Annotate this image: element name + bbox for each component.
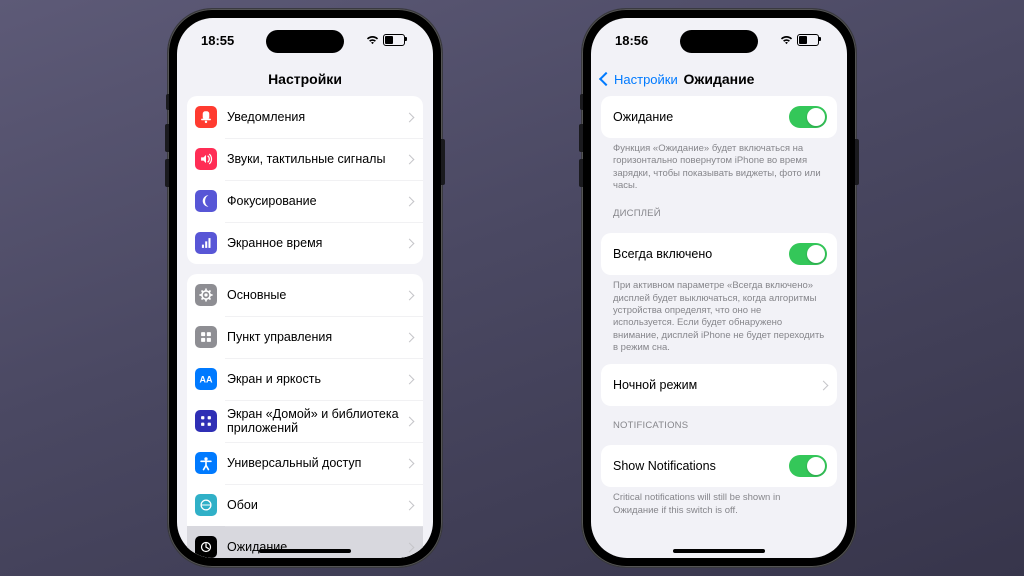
settings-row-wallpaper[interactable]: Обои xyxy=(187,484,423,526)
back-label: Настройки xyxy=(614,72,678,87)
svg-text:AA: AA xyxy=(200,374,213,384)
battery-icon xyxy=(797,34,819,46)
screen-left: 18:55 Настройки Уведомления Звуки, тактил… xyxy=(177,18,433,558)
settings-row-screentime[interactable]: Экранное время xyxy=(187,222,423,264)
home-indicator[interactable] xyxy=(259,549,351,553)
settings-label: Пункт управления xyxy=(227,330,402,344)
battery-icon xyxy=(383,34,405,46)
nav-bar: Настройки Ожидание xyxy=(591,62,847,96)
chevron-right-icon xyxy=(405,112,415,122)
general-icon xyxy=(195,284,217,306)
clock: 18:55 xyxy=(201,33,234,48)
chevron-right-icon xyxy=(405,416,415,426)
chevron-right-icon xyxy=(405,154,415,164)
always-on-toggle[interactable] xyxy=(789,243,827,265)
standby-settings[interactable]: Ожидание Функция «Ожидание» будет включа… xyxy=(591,96,847,558)
power-button xyxy=(855,139,859,185)
dynamic-island xyxy=(680,30,758,53)
show-notifications-toggle[interactable] xyxy=(789,455,827,477)
chevron-left-icon xyxy=(599,72,613,86)
settings-label: Звуки, тактильные сигналы xyxy=(227,152,402,166)
volume-up xyxy=(165,124,169,152)
wifi-icon xyxy=(780,35,793,45)
standby-toggle[interactable] xyxy=(789,106,827,128)
standby-row[interactable]: Ожидание xyxy=(601,96,837,138)
settings-row-sounds[interactable]: Звуки, тактильные сигналы xyxy=(187,138,423,180)
settings-row-display[interactable]: AA Экран и яркость xyxy=(187,358,423,400)
screen-right: 18:56 Настройки Ожидание Ожидание xyxy=(591,18,847,558)
home-icon xyxy=(195,410,217,432)
chevron-right-icon xyxy=(405,542,415,552)
page-title: Настройки xyxy=(177,71,433,87)
mute-switch xyxy=(580,94,583,110)
settings-label: Экран «Домой» и библиотека приложений xyxy=(227,405,402,438)
always-on-label: Всегда включено xyxy=(613,247,789,261)
settings-list[interactable]: Уведомления Звуки, тактильные сигналы Фоку… xyxy=(177,96,433,558)
chevron-right-icon xyxy=(405,458,415,468)
settings-row-home[interactable]: Экран «Домой» и библиотека приложений xyxy=(187,400,423,442)
volume-up xyxy=(579,124,583,152)
standby-footer: Функция «Ожидание» будет включаться на г… xyxy=(601,138,837,194)
settings-label: Основные xyxy=(227,288,402,302)
dynamic-island xyxy=(266,30,344,53)
night-mode-row[interactable]: Ночной режим xyxy=(601,364,837,406)
chevron-right-icon xyxy=(405,332,415,342)
night-mode-label: Ночной режим xyxy=(613,378,816,392)
settings-label: Экран и яркость xyxy=(227,372,402,386)
chevron-right-icon xyxy=(405,290,415,300)
wallpaper-icon xyxy=(195,494,217,516)
status-icons xyxy=(366,34,405,46)
notifications-footer: Critical notifications will still be sho… xyxy=(601,487,837,519)
notifications-header: NOTIFICATIONS xyxy=(601,406,837,435)
chevron-right-icon xyxy=(405,500,415,510)
settings-row-general[interactable]: Основные xyxy=(187,274,423,316)
chevron-right-icon xyxy=(405,238,415,248)
control-icon xyxy=(195,326,217,348)
screentime-icon xyxy=(195,232,217,254)
showcase-background: 18:55 Настройки Уведомления Звуки, тактил… xyxy=(0,0,1024,576)
phone-left: 18:55 Настройки Уведомления Звуки, тактил… xyxy=(168,9,442,567)
always-on-footer: При активном параметре «Всегда включено»… xyxy=(601,275,837,356)
settings-label: Фокусирование xyxy=(227,194,402,208)
settings-row-control[interactable]: Пункт управления xyxy=(187,316,423,358)
settings-label: Универсальный доступ xyxy=(227,456,402,470)
phone-right: 18:56 Настройки Ожидание Ожидание xyxy=(582,9,856,567)
clock: 18:56 xyxy=(615,33,648,48)
wifi-icon xyxy=(366,35,379,45)
chevron-right-icon xyxy=(819,380,829,390)
settings-label: Экранное время xyxy=(227,236,402,250)
volume-down xyxy=(579,159,583,187)
home-indicator[interactable] xyxy=(673,549,765,553)
settings-row-focus[interactable]: Фокусирование xyxy=(187,180,423,222)
sounds-icon xyxy=(195,148,217,170)
nav-bar: Настройки xyxy=(177,62,433,96)
settings-row-notifications[interactable]: Уведомления xyxy=(187,96,423,138)
power-button xyxy=(441,139,445,185)
chevron-right-icon xyxy=(405,196,415,206)
display-icon: AA xyxy=(195,368,217,390)
show-notifications-label: Show Notifications xyxy=(613,459,789,473)
standby-icon xyxy=(195,536,217,558)
settings-row-accessibility[interactable]: Универсальный доступ xyxy=(187,442,423,484)
chevron-right-icon xyxy=(405,374,415,384)
settings-label: Обои xyxy=(227,498,402,512)
mute-switch xyxy=(166,94,169,110)
accessibility-icon xyxy=(195,452,217,474)
volume-down xyxy=(165,159,169,187)
settings-label: Уведомления xyxy=(227,110,402,124)
status-icons xyxy=(780,34,819,46)
standby-label: Ожидание xyxy=(613,110,789,124)
display-header: ДИСПЛЕЙ xyxy=(601,194,837,223)
settings-row-standby[interactable]: Ожидание xyxy=(187,526,423,558)
always-on-row[interactable]: Всегда включено xyxy=(601,233,837,275)
show-notifications-row[interactable]: Show Notifications xyxy=(601,445,837,487)
focus-icon xyxy=(195,190,217,212)
notifications-icon xyxy=(195,106,217,128)
back-button[interactable]: Настройки xyxy=(601,72,678,87)
